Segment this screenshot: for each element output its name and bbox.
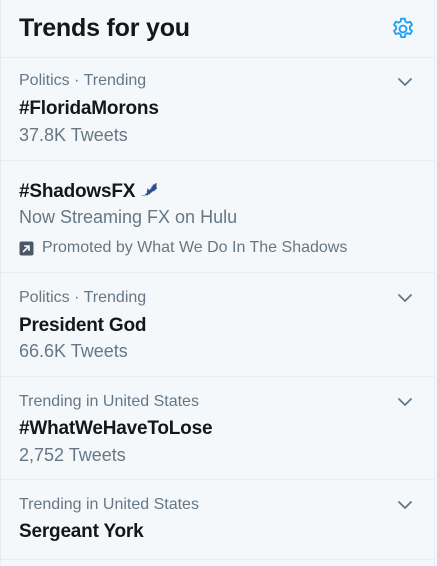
page-title: Trends for you [19, 14, 190, 42]
trend-item[interactable]: Politics · Trending President God 66.6K … [1, 273, 434, 377]
trend-context: Politics · Trending [19, 72, 147, 89]
chevron-down-icon[interactable] [396, 289, 414, 307]
trend-item[interactable]: Trending in United States Sergeant York [1, 480, 434, 560]
trend-context: Politics · Trending [19, 289, 147, 306]
trend-item[interactable]: Trending in United States #WhatWeHaveToL… [1, 377, 434, 480]
promoted-description: Now Streaming FX on Hulu [19, 207, 238, 227]
bat-icon [140, 182, 158, 197]
trend-tweet-count: 66.6K Tweets [19, 341, 128, 361]
trend-context: Trending in United States [19, 496, 199, 513]
trends-panel: Trends for you Politics · Trending #Flor… [0, 0, 435, 566]
chevron-down-icon[interactable] [396, 496, 414, 514]
trend-name: Sergeant York [19, 521, 144, 542]
promoted-by-row: Promoted by What We Do In The Shadows [19, 239, 347, 257]
promoted-by-label: Promoted by What We Do In The Shadows [42, 239, 348, 256]
trend-tweet-count: 2,752 Tweets [19, 445, 126, 465]
chevron-down-icon[interactable] [396, 73, 414, 91]
trend-name-row: #ShadowsFX [19, 178, 159, 203]
promoted-arrow-icon [19, 241, 34, 255]
trend-context: Trending in United States [19, 393, 199, 410]
trend-tweet-count: 37.8K Tweets [19, 125, 128, 145]
trends-header: Trends for you [1, 0, 434, 58]
trend-item[interactable]: Politics · Trending #FloridaMorons 37.8K… [1, 58, 434, 161]
trend-name: #ShadowsFX [19, 181, 136, 202]
chevron-down-icon[interactable] [396, 393, 414, 411]
trend-name: #WhatWeHaveToLose [19, 418, 213, 439]
trend-name: President God [19, 315, 147, 336]
trend-name: #FloridaMorons [19, 98, 159, 119]
gear-icon[interactable] [390, 16, 416, 42]
promoted-trend-item[interactable]: #ShadowsFX Now Streaming FX on Hulu Prom… [1, 161, 434, 273]
